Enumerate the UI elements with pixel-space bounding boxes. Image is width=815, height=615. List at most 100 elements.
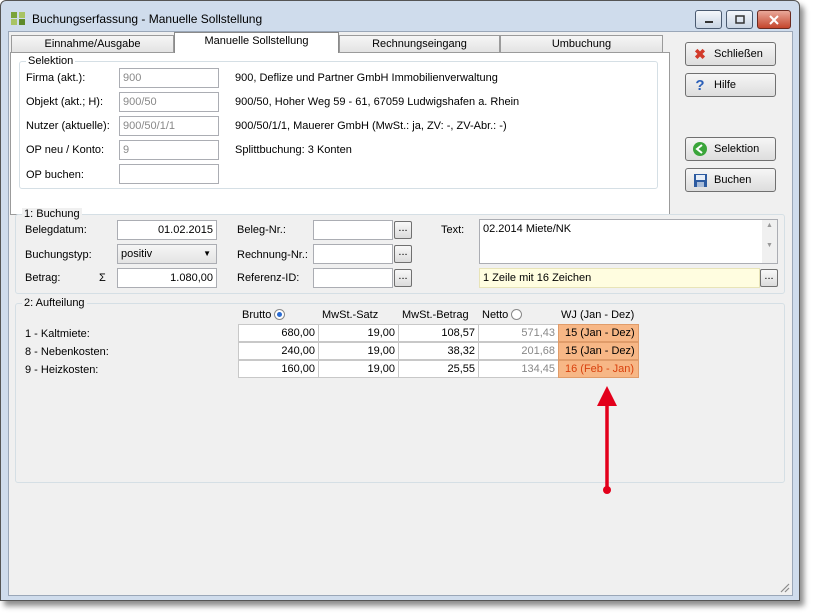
op-buchen-label: OP buchen: [26,169,84,181]
wj-header: WJ (Jan - Dez) [561,309,635,321]
minimize-button[interactable] [695,10,722,29]
maximize-button[interactable] [726,10,753,29]
selektion-label: Selektion [714,143,760,155]
maximize-icon [734,15,745,24]
annotation-arrow [597,386,617,494]
mwst-satz-header: MwSt.-Satz [322,309,379,321]
schliessen-button[interactable]: ✖ Schließen [685,42,776,66]
hilfe-label: Hilfe [714,79,737,91]
nebenkosten-mwst-betrag[interactable]: 38,32 [398,342,479,360]
referenz-id-field[interactable] [313,268,393,288]
schliessen-label: Schließen [714,48,763,60]
scroll-up-icon[interactable]: ▲ [762,220,777,232]
window-title: Buchungserfassung - Manuelle Sollstellun… [32,12,263,26]
application-window: Buchungserfassung - Manuelle Sollstellun… [0,0,800,601]
text-browse-button[interactable]: ... [760,269,778,287]
buchungstyp-select[interactable]: positiv ▼ [117,244,217,264]
heizkosten-netto[interactable]: 134,45 [478,360,559,378]
brutto-radio[interactable] [274,309,286,320]
firma-description: 900, Deflize und Partner GmbH Immobilien… [235,72,498,84]
brutto-header[interactable]: Brutto [242,309,286,321]
nutzer-label: Nutzer (aktuelle): [26,120,110,132]
scroll-down-icon[interactable]: ▼ [762,240,777,252]
beleg-nr-field[interactable] [313,220,393,240]
buchungstyp-value: positiv [121,248,153,260]
firma-field[interactable]: 900 [119,68,219,88]
nutzer-description: 900/50/1/1, Mauerer GmbH (MwSt.: ja, ZV:… [235,120,507,132]
dropdown-arrow-icon: ▼ [203,249,211,258]
rechnung-nr-browse-button[interactable]: ... [394,245,412,263]
betrag-label: Betrag: [25,272,61,284]
text-area[interactable]: 02.2014 Miete/NK ▲ ▼ [479,219,778,264]
mwst-betrag-header: MwSt.-Betrag [402,309,469,321]
op-neu-label: OP neu / Konto: [26,144,105,156]
close-x-icon: ✖ [694,45,706,62]
heizkosten-wj[interactable]: 16 (Feb - Jan) [558,360,639,378]
text-value: 02.2014 Miete/NK [483,223,572,235]
tab-einnahme-ausgabe[interactable]: Einnahme/Ausgabe [11,35,174,53]
betrag-field[interactable]: 1.080,00 [117,268,217,288]
text-length-info: 1 Zeile mit 16 Zeichen [479,268,760,288]
heizkosten-mwst-betrag[interactable]: 25,55 [398,360,479,378]
heizkosten-label: 9 - Heizkosten: [25,364,99,376]
kaltmiete-brutto[interactable]: 680,00 [238,324,319,342]
heizkosten-mwst-satz[interactable]: 19,00 [318,360,399,378]
netto-header-label: Netto [482,309,509,321]
objekt-label: Objekt (akt.; H): [26,96,104,108]
save-icon [692,172,708,188]
tab-manuelle-sollstellung[interactable]: Manuelle Sollstellung [174,32,339,53]
beleg-nr-label: Beleg-Nr.: [237,224,286,236]
nebenkosten-wj[interactable]: 15 (Jan - Dez) [558,342,639,360]
resize-grip-icon[interactable] [778,581,790,593]
belegdatum-field[interactable]: 01.02.2015 [117,220,217,240]
tab-rechnungseingang[interactable]: Rechnungseingang [339,35,500,53]
tab-umbuchung[interactable]: Umbuchung [500,35,663,53]
text-scrollbar[interactable]: ▲ ▼ [762,220,777,263]
op-neu-field[interactable]: 9 [119,140,219,160]
objekt-field[interactable]: 900/50 [119,92,219,112]
rechnung-nr-field[interactable] [313,244,393,264]
minimize-icon [704,20,713,23]
netto-header[interactable]: Netto [482,309,523,321]
close-window-button[interactable] [757,10,791,29]
kaltmiete-mwst-satz[interactable]: 19,00 [318,324,399,342]
referenz-id-label: Referenz-ID: [237,272,300,284]
buchungstyp-label: Buchungstyp: [25,249,92,261]
referenz-id-browse-button[interactable]: ... [394,269,412,287]
text-label: Text: [441,224,465,236]
splittbuchung-info: Splittbuchung: 3 Konten [235,144,352,156]
tab-page: Selektion Firma (akt.): 900 900, Deflize… [10,52,670,215]
nebenkosten-netto[interactable]: 201,68 [478,342,559,360]
nebenkosten-label: 8 - Nebenkosten: [25,346,109,358]
close-icon [769,14,779,25]
nebenkosten-brutto[interactable]: 240,00 [238,342,319,360]
beleg-nr-browse-button[interactable]: ... [394,221,412,239]
kaltmiete-netto[interactable]: 571,43 [478,324,559,342]
belegdatum-label: Belegdatum: [25,224,87,236]
help-icon: ? [695,76,705,94]
op-buchen-field[interactable] [119,164,219,184]
buchen-button[interactable]: Buchen [685,168,776,192]
buchen-label: Buchen [714,174,752,186]
heizkosten-brutto[interactable]: 160,00 [238,360,319,378]
selektion-button[interactable]: Selektion [685,137,776,161]
buchung-title: 1: Buchung [22,208,82,220]
hilfe-button[interactable]: ? Hilfe [685,73,776,97]
firma-label: Firma (akt.): [26,72,86,84]
kaltmiete-wj[interactable]: 15 (Jan - Dez) [558,324,639,342]
nebenkosten-mwst-satz[interactable]: 19,00 [318,342,399,360]
back-arrow-icon [692,141,708,157]
rechnung-nr-label: Rechnung-Nr.: [237,249,308,261]
sum-icon: Σ [99,272,106,284]
aufteilung-title: 2: Aufteilung [22,297,87,309]
nutzer-field[interactable]: 900/50/1/1 [119,116,219,136]
kaltmiete-mwst-betrag[interactable]: 108,57 [398,324,479,342]
selektion-title: Selektion [26,55,76,67]
netto-radio[interactable] [511,309,523,320]
client-area: Einnahme/Ausgabe Manuelle Sollstellung R… [8,31,793,596]
brutto-header-label: Brutto [242,309,272,321]
objekt-description: 900/50, Hoher Weg 59 - 61, 67059 Ludwigs… [235,96,520,108]
app-icon [11,12,25,25]
title-bar: Buchungserfassung - Manuelle Sollstellun… [1,1,799,31]
kaltmiete-label: 1 - Kaltmiete: [25,328,90,340]
